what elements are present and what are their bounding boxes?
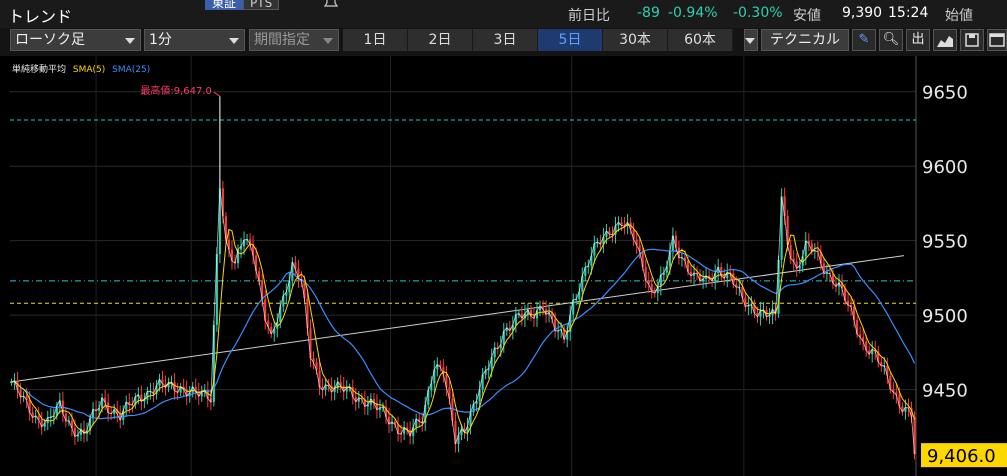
y-tick-label: 9550	[922, 232, 968, 253]
timeframe-more-select[interactable]	[744, 29, 758, 51]
quote-time: 15:24	[888, 5, 929, 21]
chevron-down-icon	[125, 38, 135, 44]
tab-pts[interactable]: PTS	[243, 0, 280, 10]
chart-type-select[interactable]: ローソク足	[10, 29, 141, 51]
interval-select[interactable]: 1分	[144, 29, 245, 51]
chevron-down-icon	[745, 38, 755, 44]
change-value: -89	[637, 5, 660, 21]
timeframe-5d[interactable]: 5日	[538, 29, 603, 51]
y-tick-label: 9450	[922, 381, 968, 402]
technical-button[interactable]: テクニカル	[761, 29, 849, 51]
high-marker-arrow	[213, 91, 221, 97]
low-label: 安値	[793, 8, 821, 24]
window-icon[interactable]	[987, 29, 1007, 51]
bell-icon[interactable]	[322, 0, 340, 8]
legend-title: 単純移動平均	[12, 65, 67, 75]
chart-type-value: ローソク足	[15, 32, 85, 48]
chart-legend: 単純移動平均 SMA(5) SMA(25)	[12, 62, 154, 75]
tab-tse[interactable]: 東証	[205, 0, 244, 10]
interval-value: 1分	[149, 32, 172, 48]
area-chart-icon[interactable]	[933, 29, 957, 51]
period-value: 期間指定	[254, 32, 310, 48]
header-bar: トレンド 東証 PTS 前日比 -89 -0.94% -0.30% 安値 9,3…	[0, 0, 1007, 28]
save-icon[interactable]	[960, 29, 984, 51]
price-chart[interactable]: 9450 9500 9550 9600 9650 最高値:9,647.0 9,406.0 単…	[0, 56, 1007, 476]
pencil-icon[interactable]: ✎	[852, 29, 876, 51]
timeframe-3d[interactable]: 3日	[473, 29, 538, 51]
chart-canvas[interactable]: 9450 9500 9550 9600 9650 最高値:9,647.0 9,406.0	[0, 56, 1007, 476]
timeframe-2d[interactable]: 2日	[408, 29, 473, 51]
low-value: 9,390	[842, 5, 883, 21]
legend-sma5: SMA(5)	[72, 65, 106, 75]
chart-toolbar: ローソク足 1分 期間指定 1日 2日 3日 5日 30本 60本 テクニカル …	[0, 28, 1007, 56]
y-tick-label: 9600	[922, 157, 968, 178]
y-tick-label: 9500	[922, 306, 968, 327]
prev-day-label: 前日比	[568, 8, 610, 24]
zoom-icon[interactable]: 🔍︎	[879, 29, 903, 51]
y-tick-label: 9650	[922, 83, 968, 104]
legend-sma25: SMA(25)	[112, 65, 151, 75]
timeframe-1d[interactable]: 1日	[343, 29, 408, 51]
market-tabs: 東証 PTS	[205, 0, 280, 10]
open-label: 始値	[945, 8, 973, 24]
chevron-down-icon	[323, 38, 333, 44]
window-title: トレンド	[8, 7, 73, 26]
current-price-label: 9,406.0	[927, 446, 996, 467]
change-pct: -0.94%	[668, 5, 718, 21]
timeframe-60bars[interactable]: 60本	[668, 29, 733, 51]
volume-label: 出	[911, 32, 925, 47]
chevron-down-icon	[229, 38, 239, 44]
price-line	[11, 188, 915, 455]
volume-button[interactable]: 出	[906, 29, 930, 51]
period-select[interactable]: 期間指定	[249, 29, 339, 51]
timeframe-30bars[interactable]: 30本	[603, 29, 668, 51]
high-price-label: 最高値:9,647.0	[140, 84, 212, 97]
change-pct-2: -0.30%	[733, 5, 783, 21]
timeframe-group: 1日 2日 3日 5日 30本 60本	[343, 29, 733, 51]
